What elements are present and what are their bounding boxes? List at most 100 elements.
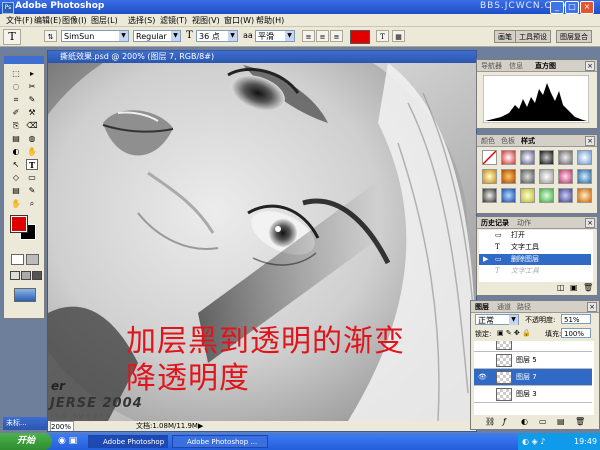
tab-layer-comps[interactable]: 图层复合 bbox=[556, 30, 592, 43]
taskbar-item-photoshop-2[interactable]: Adobe Photoshop ... bbox=[172, 435, 268, 448]
clone-stamp-tool-icon[interactable]: ⎘ bbox=[10, 120, 22, 131]
tab-brushes[interactable]: 画笔 bbox=[494, 30, 516, 43]
new-layer-icon[interactable]: ▤ bbox=[557, 417, 565, 426]
style-swatch[interactable] bbox=[520, 169, 535, 184]
trash-icon[interactable]: 🗑 bbox=[575, 417, 585, 426]
tab-styles[interactable]: 样式 bbox=[521, 136, 535, 146]
tab-actions[interactable]: 动作 bbox=[517, 218, 531, 228]
layer-row[interactable]: 图层 5 bbox=[474, 352, 592, 369]
pen-tool-icon[interactable]: ◇ bbox=[10, 172, 22, 183]
font-family-select[interactable]: SimSun ▼ bbox=[61, 30, 129, 42]
taskbar-item-photoshop[interactable]: Adobe Photoshop bbox=[88, 435, 168, 448]
lasso-tool-icon[interactable]: ◌ bbox=[10, 81, 22, 92]
layer-style-icon[interactable]: ƒ bbox=[503, 417, 506, 426]
link-layers-icon[interactable]: ⛓ bbox=[485, 417, 495, 426]
new-document-from-state-icon[interactable]: ◫ bbox=[557, 283, 565, 292]
tab-channels[interactable]: 通道 bbox=[497, 302, 511, 312]
align-right-button[interactable]: ≡ bbox=[330, 30, 343, 42]
style-swatch[interactable] bbox=[577, 150, 592, 165]
foreground-color-swatch[interactable] bbox=[10, 215, 28, 233]
text-color-swatch[interactable] bbox=[350, 30, 370, 44]
screen-mode-full-icon[interactable] bbox=[32, 271, 42, 280]
quick-mask-mode-icon[interactable] bbox=[26, 254, 39, 265]
eraser-tool-icon[interactable]: ▤ bbox=[10, 133, 22, 144]
antialias-select[interactable]: 平滑 ▼ bbox=[255, 30, 295, 42]
close-icon[interactable]: × bbox=[585, 136, 595, 146]
style-swatch[interactable] bbox=[482, 169, 497, 184]
close-icon[interactable]: × bbox=[587, 302, 597, 312]
menu-help[interactable]: 帮助(H) bbox=[256, 15, 284, 26]
tab-histogram[interactable]: 直方图 bbox=[535, 61, 556, 71]
style-swatch[interactable] bbox=[577, 188, 592, 203]
align-center-button[interactable]: ≡ bbox=[316, 30, 329, 42]
history-item[interactable]: ▭ 打开 bbox=[479, 230, 591, 241]
tab-info[interactable]: 信息 bbox=[509, 61, 523, 71]
layer-row-partial[interactable] bbox=[474, 341, 592, 352]
fill-field[interactable]: 100% bbox=[561, 328, 591, 338]
healing-brush-tool-icon[interactable]: ✐ bbox=[10, 107, 22, 118]
quick-launch-icons[interactable]: ◉ ▣ bbox=[58, 436, 77, 446]
move-tool-icon[interactable]: ▸ bbox=[26, 68, 38, 79]
style-swatch[interactable] bbox=[482, 188, 497, 203]
eye-icon[interactable]: 👁 bbox=[478, 369, 487, 385]
minimize-button[interactable]: _ bbox=[550, 1, 564, 14]
type-tool-icon[interactable]: T bbox=[26, 159, 38, 170]
style-swatch[interactable] bbox=[539, 150, 554, 165]
menu-window[interactable]: 窗口(W) bbox=[224, 15, 254, 26]
palette-toggle-button[interactable]: ▦ bbox=[392, 30, 405, 42]
text-orientation-button[interactable]: ⇅ bbox=[44, 30, 57, 42]
tab-swatches[interactable]: 色板 bbox=[501, 136, 515, 146]
notes-tool-icon[interactable]: ▤ bbox=[10, 185, 22, 196]
text-tool-preset-button[interactable]: T bbox=[3, 29, 21, 45]
font-style-select[interactable]: Regular ▼ bbox=[133, 30, 181, 42]
close-icon[interactable]: × bbox=[585, 61, 595, 71]
style-swatch[interactable] bbox=[539, 188, 554, 203]
tray-icons[interactable]: ◐ ◈ ♪ bbox=[522, 433, 545, 450]
slice-tool-icon[interactable]: ✎ bbox=[26, 94, 38, 105]
status-menu-arrow-icon[interactable]: ▶ bbox=[198, 421, 203, 431]
style-swatch[interactable] bbox=[520, 150, 535, 165]
lock-icons[interactable]: ▣ ✎ ✥ 🔒 bbox=[497, 329, 531, 337]
new-group-icon[interactable]: ▭ bbox=[539, 417, 547, 426]
style-swatch[interactable] bbox=[539, 169, 554, 184]
tab-tool-presets[interactable]: 工具预设 bbox=[515, 30, 551, 43]
warp-text-button[interactable]: T bbox=[376, 30, 389, 42]
menu-view[interactable]: 视图(V) bbox=[192, 15, 220, 26]
style-swatch[interactable] bbox=[558, 169, 573, 184]
zoom-tool-icon[interactable]: ⌕ bbox=[26, 198, 38, 209]
new-snapshot-icon[interactable]: ▣ bbox=[570, 283, 578, 292]
path-select-tool-icon[interactable]: ↖ bbox=[10, 159, 22, 170]
menu-layer[interactable]: 图层(L) bbox=[91, 15, 118, 26]
style-swatch[interactable] bbox=[501, 150, 516, 165]
marquee-tool-icon[interactable]: ⬚ bbox=[10, 68, 22, 79]
magic-wand-tool-icon[interactable]: ✂ bbox=[26, 81, 38, 92]
brush-tool-icon[interactable]: ⚒ bbox=[26, 107, 38, 118]
tab-paths[interactable]: 路径 bbox=[517, 302, 531, 312]
menu-filter[interactable]: 滤镜(T) bbox=[160, 15, 187, 26]
style-swatch[interactable] bbox=[558, 188, 573, 203]
menu-file[interactable]: 文件(F) bbox=[6, 15, 33, 26]
hand-tool-icon[interactable]: ✋ bbox=[10, 198, 22, 209]
zoom-field[interactable]: 200% bbox=[50, 421, 74, 431]
align-left-button[interactable]: ≡ bbox=[302, 30, 315, 42]
menu-image[interactable]: 图像(I) bbox=[62, 15, 87, 26]
image-canvas[interactable]: er JERSE 2004 ISS Sweden 加层黑到透明的渐变 降透明度 bbox=[48, 63, 476, 421]
style-swatch[interactable] bbox=[558, 150, 573, 165]
font-size-select[interactable]: 36 点 ▼ bbox=[196, 30, 238, 42]
close-icon[interactable]: × bbox=[585, 218, 595, 228]
maximize-button[interactable]: □ bbox=[565, 1, 579, 14]
screen-mode-standard-icon[interactable] bbox=[10, 271, 20, 280]
start-button[interactable]: 开始 bbox=[0, 433, 52, 450]
menu-select[interactable]: 选择(S) bbox=[128, 15, 155, 26]
blend-mode-select[interactable]: 正常 ▼ bbox=[475, 314, 519, 325]
menu-edit[interactable]: 编辑(E) bbox=[34, 15, 61, 26]
tab-history[interactable]: 历史记录 bbox=[481, 218, 509, 228]
standard-mode-icon[interactable] bbox=[11, 254, 24, 265]
close-button[interactable]: × bbox=[580, 1, 594, 14]
blur-tool-icon[interactable]: ◐ bbox=[10, 146, 22, 157]
style-swatch[interactable] bbox=[520, 188, 535, 203]
tab-color[interactable]: 颜色 bbox=[481, 136, 495, 146]
layer-row[interactable]: 图层 3 bbox=[474, 386, 592, 403]
layer-row-selected[interactable]: 👁 图层 7 bbox=[474, 369, 592, 386]
trash-icon[interactable]: 🗑 bbox=[583, 283, 593, 292]
